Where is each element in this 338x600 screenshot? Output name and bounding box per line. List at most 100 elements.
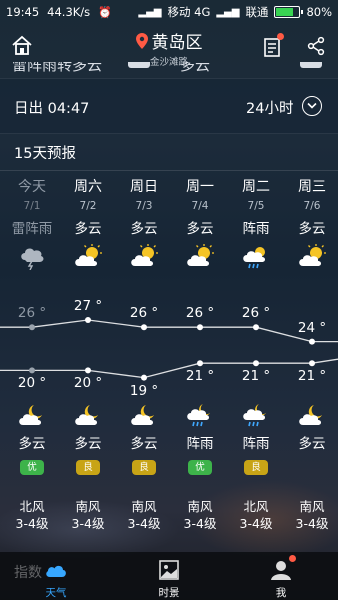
low-temperature-point <box>197 360 203 367</box>
high-temperature-point <box>85 317 91 323</box>
wind-level: 3-4级 <box>183 516 217 531</box>
forecast-night-column: 多云良 <box>60 402 116 475</box>
share-icon <box>307 36 325 56</box>
notification-dot <box>289 555 296 562</box>
low-temperature-label: 21 ° <box>297 368 327 385</box>
day-condition: 多云 <box>130 221 158 237</box>
date-label: 7/6 <box>303 200 321 212</box>
partly-cloudy-night-icon <box>73 402 103 428</box>
wind-level: 3-4级 <box>295 516 329 531</box>
aqi-badge: 良 <box>132 460 156 475</box>
day-condition: 阵雨 <box>242 221 270 237</box>
aqi-badge: 优 <box>188 460 212 475</box>
weekday-label: 周六 <box>74 179 102 195</box>
weekday-label: 周日 <box>130 179 158 195</box>
night-condition: 多云 <box>130 436 158 452</box>
hourly-expand-button[interactable] <box>302 96 322 116</box>
forecast-night-column: 阵雨良 <box>228 402 284 475</box>
wind-level: 3-4级 <box>15 516 49 531</box>
low-temperature-point <box>141 374 147 381</box>
cloud-icon <box>46 565 66 577</box>
sunrise-row: 日出 04:47 24小时 <box>0 78 338 134</box>
tab-weather-label: 天气 <box>45 587 67 599</box>
wind-info: 南风 3-4级 <box>60 498 116 532</box>
shower-night-icon <box>185 402 215 428</box>
weekday-label: 周二 <box>242 179 270 195</box>
wind-direction: 南风 <box>187 499 213 514</box>
date-label: 7/4 <box>191 200 209 212</box>
weekday-label: 周三 <box>298 179 326 195</box>
aqi-pill-2 <box>300 62 322 68</box>
forecast-day-column[interactable]: 周六 7/2 多云 <box>60 176 116 270</box>
night-condition: 多云 <box>18 436 46 452</box>
high-temperature-label: 26 ° <box>185 305 215 322</box>
night-condition: 多云 <box>74 436 102 452</box>
forecast-day-column[interactable]: 周一 7/4 多云 <box>172 176 228 270</box>
low-temperature-point <box>29 367 35 374</box>
high-temperature-point <box>309 338 315 345</box>
partly-cloudy-night-icon <box>17 402 47 428</box>
status-time: 19:45 <box>6 5 40 19</box>
high-temperature-label: 26 ° <box>241 305 271 322</box>
partly-cloudy-icon <box>73 244 103 270</box>
weekday-label: 今天 <box>18 179 46 195</box>
high-temperature-point <box>253 324 259 331</box>
share-button[interactable] <box>306 36 326 56</box>
partly-cloudy-night-icon <box>297 402 327 428</box>
status-bar: 19:45 44.3K/s ⏰ ▂▄▆ 移动 4G ▂▄▆ 联通 80% <box>0 0 338 24</box>
wind-direction: 南风 <box>299 499 325 514</box>
shower-icon <box>241 244 271 270</box>
high-temperature-point <box>141 324 147 331</box>
low-temperature-label: 21 ° <box>185 368 215 385</box>
tab-scenery[interactable]: 时景 <box>139 552 199 600</box>
divider <box>0 170 338 171</box>
day-condition: 多云 <box>186 221 214 237</box>
forecast-night-column: 阵雨优 <box>172 402 228 475</box>
wind-info: 南风 3-4级 <box>116 498 172 532</box>
forecast-title: 15天预报 <box>14 146 76 162</box>
thunderstorm-icon <box>17 244 47 271</box>
tab-weather[interactable]: 天气 <box>26 552 86 600</box>
night-condition: 阵雨 <box>186 436 214 452</box>
date-label: 7/1 <box>23 200 41 212</box>
aqi-badge: 良 <box>76 460 100 475</box>
high-temperature-point <box>197 324 203 331</box>
high-temperature-line <box>0 319 338 343</box>
today-condition: 雷阵雨转多云 <box>12 62 103 74</box>
high-temperature-label: 24 ° <box>297 319 327 336</box>
tab-me[interactable]: 我 <box>251 552 311 600</box>
date-label: 7/5 <box>247 200 265 212</box>
carrier-2: 联通 <box>245 5 269 19</box>
low-temperature-point <box>253 360 259 367</box>
wind-direction: 南风 <box>75 499 101 514</box>
wind-level: 3-4级 <box>239 516 273 531</box>
low-temperature-label: 20 ° <box>17 375 47 392</box>
signal-icon: ▂▄▆ <box>138 6 162 18</box>
signal-icon-2: ▂▄▆ <box>216 6 240 18</box>
location-pin-icon <box>135 32 148 49</box>
forecast-night-column: 多云良 <box>116 402 172 475</box>
forecast-day-column[interactable]: 今天 7/1 雷阵雨 <box>4 176 60 271</box>
city-selector[interactable]: 黄岛区 <box>135 28 203 53</box>
forecast-day-column[interactable]: 周二 7/5 阵雨 <box>228 176 284 270</box>
photo-icon <box>159 560 179 580</box>
high-temperature-label: 26 ° <box>17 305 47 322</box>
chevron-down-icon <box>307 102 317 109</box>
date-label: 7/2 <box>79 200 97 212</box>
tab-me-label: 我 <box>275 587 287 599</box>
day-condition: 多云 <box>74 221 102 237</box>
forecast-day-column[interactable]: 周三 7/6 多云 <box>284 176 338 270</box>
tab-scenery-label: 时景 <box>158 587 180 599</box>
hourly-toggle-label[interactable]: 24小时 <box>246 97 293 118</box>
wind-info: 南风 3-4级 <box>172 498 228 532</box>
low-temperature-label: 21 ° <box>241 368 271 385</box>
partly-cloudy-icon <box>129 244 159 270</box>
aqi-badge: 优 <box>20 460 44 475</box>
low-temperature-label: 19 ° <box>129 382 159 399</box>
shower-night-icon <box>241 402 271 428</box>
partly-cloudy-icon <box>185 244 215 270</box>
forecast-night-column: 多云优 <box>4 402 60 475</box>
wind-direction: 南风 <box>131 499 157 514</box>
partly-cloudy-icon <box>297 244 327 270</box>
forecast-day-column[interactable]: 周日 7/3 多云 <box>116 176 172 270</box>
